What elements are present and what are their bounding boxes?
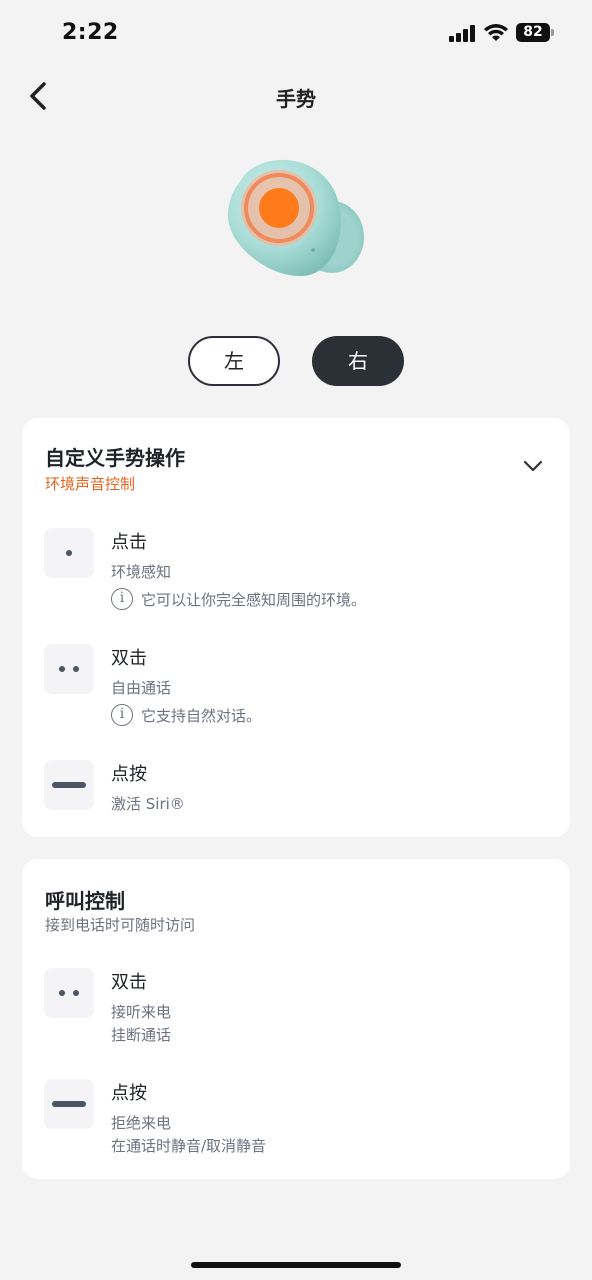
back-button[interactable] [20,76,60,116]
gesture-action: 拒绝来电 [111,1114,172,1132]
gesture-action: 在通话时静音/取消静音 [111,1137,267,1155]
gesture-item-press[interactable]: 点按 激活 Siri® [44,760,544,820]
signal-icon [449,24,477,42]
gesture-name: 双击 [111,972,147,993]
call-control-subtitle: 接到电话时可随时访问 [45,916,196,934]
battery-icon: 82 [516,23,550,42]
double-dot-icon [44,968,94,1018]
home-indicator[interactable] [191,1262,401,1268]
gesture-info-text: 它支持自然对话。 [141,707,262,725]
call-control-card: 呼叫控制 接到电话时可随时访问 双击 接听来电 挂断通话 点按 拒绝来电 在通话… [22,859,570,1179]
chevron-down-icon[interactable] [522,458,544,474]
right-earbud-toggle[interactable]: 右 [312,336,404,386]
gesture-item-tap[interactable]: 点击 环境感知 i 它可以让你完全感知周围的环境。 [44,528,544,613]
custom-gestures-card: 自定义手势操作 环境声音控制 点击 环境感知 i 它可以让你完全感知周围的环境。… [22,418,570,837]
call-control-title: 呼叫控制 [45,889,125,913]
nav-bar: 手势 [0,66,592,126]
call-item-press[interactable]: 点按 拒绝来电 在通话时静音/取消静音 [44,1079,544,1159]
chevron-left-icon [30,82,46,110]
info-icon[interactable]: i [111,704,133,726]
battery-tip [551,29,554,36]
gesture-action: 自由通话 [111,679,172,697]
status-bar: 2:22 82 [0,0,592,66]
gesture-action: 挂断通话 [111,1026,172,1044]
earbud-illustration [227,159,364,277]
double-dot-icon [44,644,94,694]
gesture-name: 双击 [111,648,147,669]
gesture-name: 点按 [111,764,147,785]
gesture-info-text: 它可以让你完全感知周围的环境。 [141,591,367,609]
gesture-name: 点按 [111,1083,147,1104]
long-press-bar-icon [44,1079,94,1129]
long-press-bar-icon [44,760,94,810]
single-dot-icon [44,528,94,578]
gesture-action: 激活 Siri® [111,795,185,813]
gesture-action: 环境感知 [111,563,172,581]
gesture-name: 点击 [111,532,147,553]
info-icon[interactable]: i [111,588,133,610]
left-earbud-toggle[interactable]: 左 [188,336,280,386]
wifi-icon [484,24,508,41]
status-time: 2:22 [62,20,119,45]
page-title: 手势 [276,87,316,111]
gesture-action: 接听来电 [111,1003,172,1021]
call-item-double-tap[interactable]: 双击 接听来电 挂断通话 [44,968,544,1048]
custom-gestures-title: 自定义手势操作 [45,446,185,470]
custom-gestures-subtitle: 环境声音控制 [45,475,136,493]
gesture-item-double-tap[interactable]: 双击 自由通话 i 它支持自然对话。 [44,644,544,729]
